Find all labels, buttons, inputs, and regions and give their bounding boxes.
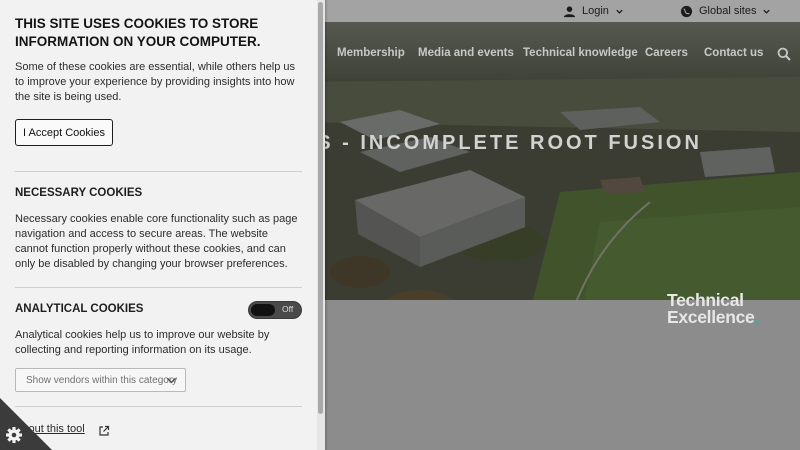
- user-icon: [563, 5, 576, 17]
- technical-excellence-logo: Technical Excellence.: [667, 291, 760, 327]
- login-link[interactable]: Login: [563, 0, 624, 22]
- global-sites-link[interactable]: Global sites: [680, 0, 771, 22]
- gear-icon: [6, 427, 22, 443]
- analytical-cookies-heading: ANALYTICAL COOKIES: [15, 303, 144, 315]
- nav-careers[interactable]: Careers: [645, 47, 688, 59]
- nav-membership[interactable]: Membership: [337, 47, 405, 59]
- cookie-panel-title: THIS SITE USES COOKIES TO STORE INFORMAT…: [15, 16, 261, 49]
- toggle-knob: [251, 304, 275, 316]
- nav-contact-us[interactable]: Contact us: [704, 47, 763, 59]
- nav-technical-knowledge[interactable]: Technical knowledge: [523, 47, 638, 59]
- external-link-icon[interactable]: [98, 425, 110, 437]
- divider: [15, 406, 302, 407]
- search-icon[interactable]: [777, 47, 791, 61]
- analytical-cookies-toggle[interactable]: Off: [248, 301, 302, 319]
- analytical-cookies-text: Analytical cookies help us to improve ou…: [15, 329, 270, 356]
- cookie-intro-text: Some of these cookies are essential, whi…: [15, 61, 296, 103]
- toggle-state-label: Off: [282, 304, 294, 314]
- globe-icon: [680, 5, 693, 17]
- global-sites-label: Global sites: [699, 5, 757, 17]
- necessary-cookies-text: Necessary cookies enable core functional…: [15, 213, 298, 270]
- accept-cookies-button[interactable]: I Accept Cookies: [15, 119, 113, 146]
- divider: [15, 171, 302, 172]
- divider: [15, 287, 302, 288]
- panel-shadow: [325, 0, 328, 450]
- show-vendors-label: Show vendors within this category: [26, 374, 178, 386]
- cookie-settings-badge[interactable]: [0, 398, 52, 450]
- logo-dot: .: [754, 307, 760, 327]
- cookie-consent-panel: THIS SITE USES COOKIES TO STORE INFORMAT…: [0, 0, 317, 450]
- login-label: Login: [582, 5, 609, 17]
- chevron-down-icon: [763, 9, 771, 14]
- scrollbar-thumb[interactable]: [318, 2, 323, 414]
- logo-line-2: Excellence: [667, 307, 755, 327]
- show-vendors-dropdown[interactable]: Show vendors within this category: [15, 368, 186, 392]
- chevron-down-icon: [616, 9, 623, 14]
- nav-media-and-events[interactable]: Media and events: [418, 47, 514, 59]
- chevron-down-icon: [166, 377, 177, 384]
- panel-scrollbar[interactable]: [317, 0, 325, 450]
- necessary-cookies-heading: NECESSARY COOKIES: [15, 187, 143, 199]
